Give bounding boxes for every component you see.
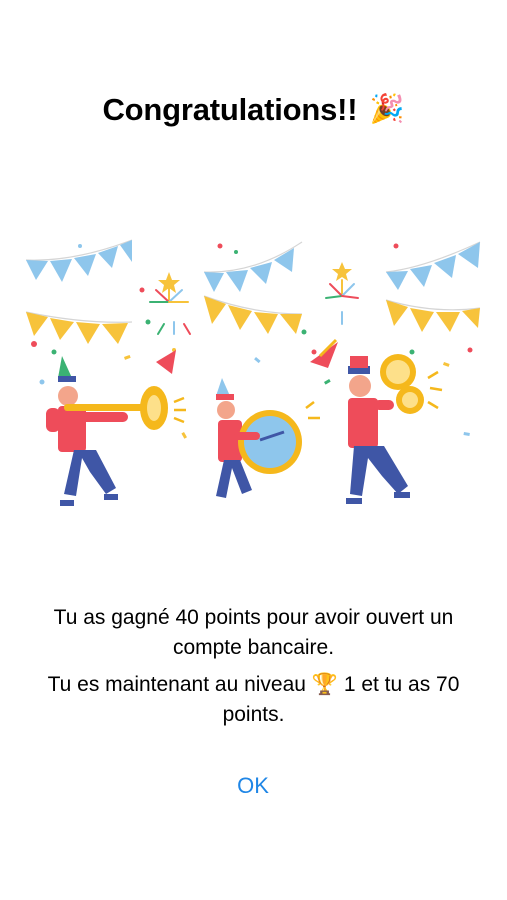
trophy-icon: 🏆 [311, 673, 338, 696]
tuba-player [310, 338, 443, 504]
level-status-message: Tu es maintenant au niveau 🏆 1 et tu as … [18, 670, 489, 730]
dialog-title: Congratulations!! 🎉 [0, 92, 507, 128]
bunting-flags-yellow [26, 296, 480, 344]
firework-burst-2 [325, 279, 359, 325]
party-popper-icon [310, 342, 338, 368]
marching-band-illustration [24, 232, 484, 517]
firework-burst-1 [149, 285, 191, 335]
dialog-title-text: Congratulations!! [102, 92, 358, 127]
party-popper-icon [156, 350, 176, 374]
party-popper-icon: 🎉 [369, 93, 405, 124]
trumpet-player [46, 350, 186, 506]
drum-player [216, 378, 320, 498]
star-decoration [332, 262, 352, 281]
ok-button[interactable]: OK [213, 770, 293, 802]
level-message-prefix: Tu es maintenant au niveau [47, 673, 306, 696]
points-earned-message: Tu as gagné 40 points pour avoir ouvert … [53, 606, 454, 659]
